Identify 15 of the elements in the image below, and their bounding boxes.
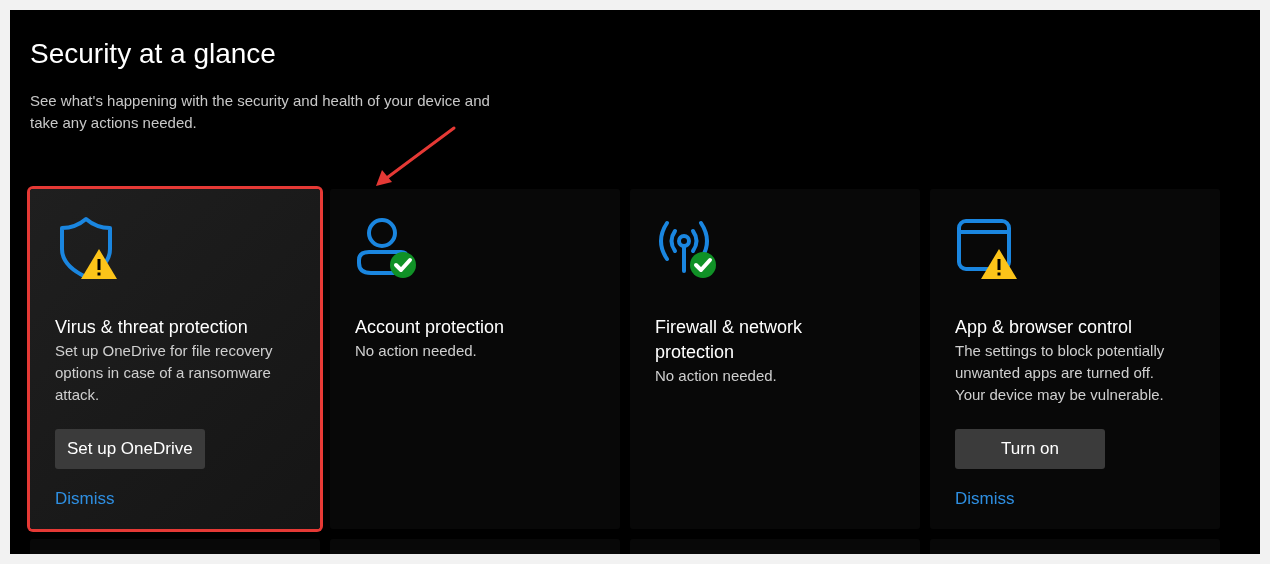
- card-description: The settings to block potentially unwanted apps are turned off. Your device may be vulnerable.: [955, 341, 1166, 405]
- action-button[interactable]: Turn on: [955, 429, 1105, 469]
- card-title: Firewall & network protection: [655, 316, 804, 364]
- card-description: Set up OneDrive for file recovery options in case of a ransomware attack.: [55, 341, 274, 405]
- dismiss-link[interactable]: Dismiss: [955, 489, 1015, 509]
- action-button[interactable]: Set up OneDrive: [55, 429, 205, 469]
- card-title: Virus & threat protection: [55, 316, 249, 339]
- dismiss-link[interactable]: Dismiss: [55, 489, 115, 509]
- page-title: Security at a glance: [30, 37, 277, 71]
- page-description: See what's happening with the security and health of your device and take any actions needed.: [30, 91, 491, 133]
- card-title: Account protection: [355, 316, 506, 339]
- card-title: App & browser control: [955, 316, 1134, 339]
- person-check-icon: [355, 215, 419, 279]
- card-description: No action needed.: [355, 341, 478, 361]
- card-description: No action needed.: [655, 366, 778, 386]
